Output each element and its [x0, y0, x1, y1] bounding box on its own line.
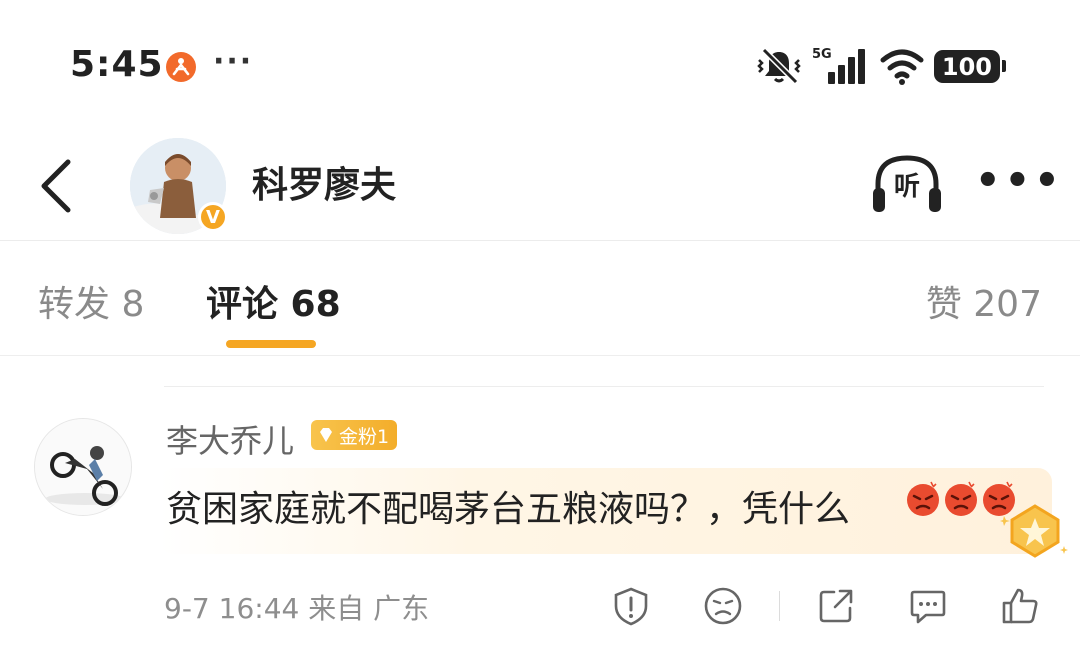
back-button[interactable]: [34, 156, 78, 216]
detail-tabs: 转发 8 评论 68 赞 207: [0, 241, 1080, 356]
status-icons: 5G 100: [756, 44, 1006, 88]
author-avatar[interactable]: V: [130, 138, 228, 234]
verified-badge: V: [198, 202, 228, 232]
battery-icon: 100: [933, 49, 1006, 83]
share-icon[interactable]: [816, 586, 856, 626]
report-icon[interactable]: [611, 586, 651, 626]
fan-badge-label: 金粉1: [339, 425, 390, 448]
comment-time: 9-7 16:44: [164, 592, 300, 625]
status-bar: 5:45 ··· 5G 100: [0, 0, 1080, 130]
app-notification-icon: [166, 52, 196, 82]
signal-icon: 5G: [812, 47, 865, 84]
actions-divider: [779, 591, 780, 621]
status-time: 5:45: [70, 44, 164, 85]
diamond-icon: [320, 428, 332, 442]
tab-comment[interactable]: 评论 68: [206, 275, 341, 327]
gold-fan-decoration-icon: [1000, 504, 1068, 558]
comment-actions: [611, 584, 1040, 628]
post-header: V 科罗廖夫 听 •••: [0, 130, 1080, 241]
listen-label: 听: [893, 172, 920, 202]
commenter-name[interactable]: 李大乔儿: [166, 416, 294, 462]
comment-icon[interactable]: [908, 586, 948, 626]
commenter-avatar[interactable]: [34, 418, 132, 516]
mute-vibrate-icon: [757, 47, 801, 85]
wifi-icon: [880, 49, 924, 85]
angry-emoji: [945, 481, 977, 516]
listen-button[interactable]: 听: [870, 152, 944, 216]
comment-source: 来自 广东: [308, 592, 430, 625]
network-label: 5G: [812, 47, 832, 62]
like-icon[interactable]: [1000, 586, 1040, 626]
comment-meta: 9-7 16:44 来自 广东: [164, 587, 429, 627]
author-name[interactable]: 科罗廖夫: [252, 156, 396, 208]
active-tab-indicator: [226, 340, 316, 348]
previous-comment-remnant: [164, 356, 1044, 387]
tab-repost[interactable]: 转发 8: [38, 275, 144, 327]
more-options-button[interactable]: •••: [975, 158, 1064, 204]
tab-like[interactable]: 赞 207: [926, 275, 1042, 327]
battery-level: 100: [933, 49, 1000, 83]
status-more-icon: ···: [213, 44, 254, 79]
battery-tip: [1002, 60, 1006, 72]
comment-text[interactable]: 贫困家庭就不配喝茅台五粮液吗？，凭什么: [166, 480, 850, 532]
angry-emoji: [907, 481, 939, 516]
fan-level-badge[interactable]: 金粉1: [311, 420, 398, 450]
dislike-face-icon[interactable]: [703, 586, 743, 626]
